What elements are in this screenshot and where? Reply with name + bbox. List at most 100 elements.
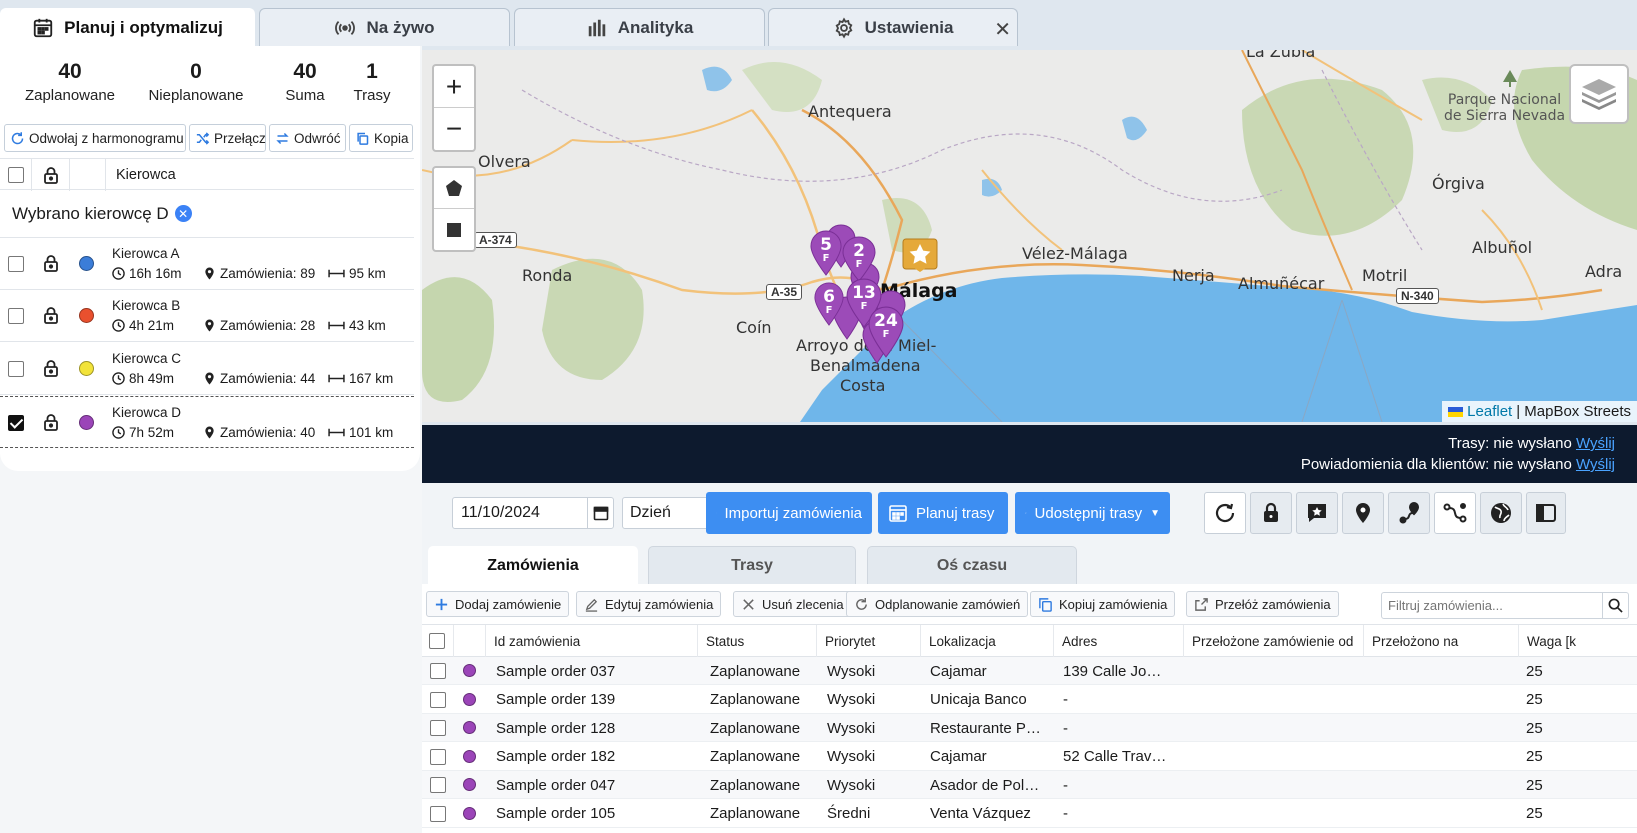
lock-icon[interactable]: [43, 413, 59, 431]
tab-timeline[interactable]: Oś czasu: [867, 546, 1077, 584]
order-pin-label[interactable]: 6F: [814, 288, 844, 316]
cell-status: Zaplanowane: [710, 805, 801, 822]
column-header[interactable]: Id zamówienia: [486, 625, 698, 657]
add-order-button[interactable]: Dodaj zamówienie: [426, 591, 570, 617]
table-row[interactable]: Sample order 128 Zaplanowane Wysoki Restaur…: [422, 714, 1637, 742]
draw-polygon-button[interactable]: [434, 168, 474, 209]
plan-routes-button[interactable]: Planuj trasy: [878, 492, 1008, 534]
globe-button[interactable]: [1480, 492, 1522, 534]
panel-toggle-button[interactable]: [1526, 492, 1566, 534]
map-view[interactable]: La Zubia Antequera Olvera Órgiva Vélez-M…: [422, 50, 1637, 422]
table-row[interactable]: Sample order 105 Zaplanowane Średni Venta V…: [422, 799, 1637, 828]
driver-row[interactable]: Kierowca D 7h 52m Zamówienia: 40 101 km: [0, 396, 414, 448]
driver-checkbox[interactable]: [8, 256, 24, 272]
route-color-dot: [463, 692, 476, 706]
column-header[interactable]: Lokalizacja: [921, 625, 1054, 657]
table-row[interactable]: Sample order 047 Zaplanowane Wysoki Asador …: [422, 771, 1637, 799]
stat-total: 40 Suma: [270, 58, 340, 106]
tab-live[interactable]: Na żywo: [259, 8, 510, 46]
reverse-button[interactable]: Odwróć: [269, 124, 346, 152]
clock-icon: [112, 426, 125, 439]
close-icon[interactable]: ✕: [994, 17, 1011, 42]
driver-distance: 101 km: [328, 425, 393, 440]
clear-selection-icon[interactable]: ✕: [174, 205, 192, 222]
import-orders-button[interactable]: Importuj zamówienia: [706, 492, 872, 534]
table-row[interactable]: Sample order 139 Zaplanowane Wysoki Unicaja…: [422, 685, 1637, 714]
lock-icon[interactable]: [43, 166, 59, 184]
search-icon[interactable]: [1602, 593, 1628, 618]
tab-routes[interactable]: Trasy: [648, 546, 856, 584]
order-checkbox[interactable]: [430, 691, 446, 708]
driver-checkbox[interactable]: [8, 308, 24, 324]
move-orders-button[interactable]: Przełóż zamówienia: [1186, 591, 1339, 617]
column-header[interactable]: Waga [k: [1519, 625, 1637, 657]
comment-star-button[interactable]: [1296, 492, 1338, 534]
calendar-picker-icon[interactable]: [587, 498, 613, 528]
column-header[interactable]: Przełożone zamówienie od: [1184, 625, 1364, 657]
driver-row[interactable]: Kierowca C 8h 49m Zamówienia: 44 167 km: [0, 343, 414, 395]
tab-orders[interactable]: Zamówienia: [428, 546, 638, 584]
edit-orders-button[interactable]: Edytuj zamówienia: [576, 591, 722, 617]
zoom-out-button[interactable]: −: [434, 108, 474, 150]
column-header[interactable]: Przełożono na: [1364, 625, 1519, 657]
delete-orders-button[interactable]: Usuń zlecenia: [733, 591, 852, 617]
ukraine-flag-icon: [1448, 406, 1464, 417]
layers-button[interactable]: [1569, 64, 1629, 124]
route-pin-button[interactable]: [1388, 492, 1430, 534]
tab-settings[interactable]: Ustawienia ✕: [768, 8, 1018, 46]
order-checkbox[interactable]: [430, 663, 446, 679]
lock-icon[interactable]: [43, 254, 59, 272]
refresh-button[interactable]: [1204, 492, 1246, 534]
cell-location: Cajamar: [930, 662, 987, 680]
send-routes-link[interactable]: Wyślij: [1576, 435, 1615, 452]
switch-button[interactable]: Przełącz: [189, 124, 266, 152]
cell-status: Zaplanowane: [710, 691, 801, 708]
map-pin-icon: [203, 319, 216, 332]
stat-value: 1: [366, 60, 378, 83]
caret-down-icon: ▼: [1150, 507, 1160, 519]
lock-icon[interactable]: [43, 306, 59, 324]
share-routes-button[interactable]: Udostępnij trasy ▼: [1015, 492, 1170, 534]
leaflet-link[interactable]: Leaflet: [1467, 403, 1512, 420]
column-header[interactable]: Adres: [1054, 625, 1184, 657]
column-header[interactable]: Status: [698, 625, 817, 657]
draw-rectangle-button[interactable]: [434, 209, 474, 250]
unschedule-button[interactable]: Odwołaj z harmonogramu: [4, 124, 186, 152]
table-row[interactable]: Sample order 182 Zaplanowane Wysoki Cajamar…: [422, 742, 1637, 771]
attribution-text: | MapBox Streets: [1516, 403, 1631, 420]
location-pin-button[interactable]: [1342, 492, 1384, 534]
column-header[interactable]: Priorytet: [817, 625, 921, 657]
table-row[interactable]: Sample order 037 Zaplanowane Wysoki Cajamar…: [422, 657, 1637, 685]
zoom-in-button[interactable]: +: [434, 66, 474, 108]
copy-orders-button[interactable]: Kopiuj zamówienia: [1030, 591, 1176, 617]
cell-location: Cajamar: [930, 748, 987, 765]
driver-row[interactable]: Kierowca A 16h 16m Zamówienia: 89 95 km: [0, 238, 414, 290]
route-path-button[interactable]: [1434, 492, 1476, 534]
depot-star-icon[interactable]: [902, 238, 938, 278]
date-input[interactable]: 11/10/2024: [452, 497, 614, 529]
order-checkbox[interactable]: [430, 720, 446, 736]
map-label-park: Parque Nacional de Sierra Nevada: [1444, 92, 1565, 124]
order-checkbox[interactable]: [430, 777, 446, 793]
driver-checkbox[interactable]: [8, 361, 24, 377]
driver-time: 8h 49m: [112, 371, 174, 386]
driver-row[interactable]: Kierowca B 4h 21m Zamówienia: 28 43 km: [0, 290, 414, 342]
cell-id: Sample order 037: [496, 662, 616, 680]
filter-orders-input[interactable]: [1382, 593, 1602, 618]
lock-button[interactable]: [1250, 492, 1292, 534]
order-pin-label[interactable]: 5F: [810, 236, 842, 264]
unplan-orders-button[interactable]: Odplanowanie zamówień: [846, 591, 1029, 617]
lock-icon[interactable]: [43, 359, 59, 377]
tab-plan-optimize[interactable]: Planuj i optymalizuj: [0, 8, 255, 46]
copy-button[interactable]: Kopia: [349, 124, 413, 152]
select-all-checkbox[interactable]: [7, 167, 24, 183]
send-notifications-link[interactable]: Wyślij: [1576, 456, 1615, 473]
order-checkbox[interactable]: [430, 748, 446, 765]
select-all-orders-checkbox[interactable]: [429, 633, 445, 649]
layers-icon: [1582, 79, 1616, 110]
driver-checkbox[interactable]: [8, 415, 24, 431]
order-checkbox[interactable]: [430, 805, 446, 822]
order-pin-label[interactable]: 24 F: [868, 312, 904, 340]
order-pin-label[interactable]: 2F: [842, 242, 876, 270]
tab-analytics[interactable]: Analityka: [514, 8, 765, 46]
